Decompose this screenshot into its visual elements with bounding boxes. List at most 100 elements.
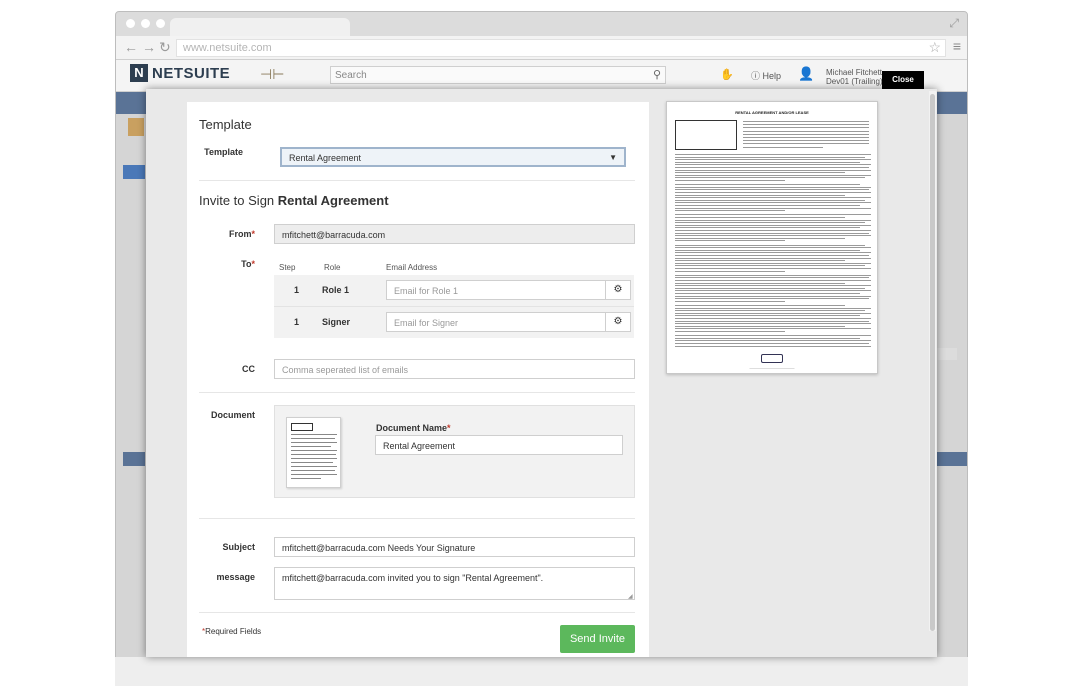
recipient-email-input[interactable]: Email for Signer [386, 312, 606, 332]
invite-form-panel: Template Template Rental Agreement ▼ Inv… [187, 102, 649, 657]
preview-text-line [675, 287, 865, 289]
preview-text-line [675, 184, 860, 186]
preview-text-line [675, 277, 869, 279]
preview-text-line [675, 202, 871, 204]
global-search-input[interactable]: Search ⚲ [330, 66, 666, 84]
template-select[interactable]: Rental Agreement ▼ [280, 147, 626, 167]
preview-text-line [675, 293, 860, 294]
shortcut-icon[interactable]: ✋ [720, 68, 734, 81]
preview-text-line [675, 335, 871, 337]
back-arrow-icon[interactable]: ← [124, 39, 138, 55]
recipient-row: 1 Signer Email for Signer ⚙ [274, 307, 634, 338]
document-preview[interactable]: RENTAL AGREEMENT AND/OR LEASE ——————————… [666, 101, 878, 374]
thumbnail-header-box [291, 423, 313, 431]
background-table-row [115, 657, 968, 686]
forward-arrow-icon[interactable]: → [142, 39, 156, 55]
subject-input[interactable]: mfitchett@barracuda.com Needs Your Signa… [274, 537, 635, 557]
thumbnail-line [291, 462, 333, 463]
cc-input[interactable]: Comma seperated list of emails [274, 359, 635, 379]
divider [199, 612, 635, 613]
preview-text-line [675, 290, 871, 292]
maximize-window-dot[interactable] [156, 19, 165, 28]
preview-text-line [675, 320, 869, 322]
preview-text-line [743, 137, 869, 138]
preview-text-line [675, 235, 871, 237]
recipient-step: 1 [294, 317, 300, 327]
minimize-window-dot[interactable] [141, 19, 150, 28]
address-bar[interactable]: www.netsuite.com [176, 39, 946, 57]
user-name: Michael Fitchett [826, 68, 883, 77]
template-section-title: Template [199, 117, 252, 132]
preview-text-line [675, 298, 869, 300]
preview-text-line [675, 156, 865, 158]
preview-text-line [675, 265, 865, 267]
bookmark-star-icon[interactable]: ☆ [928, 39, 941, 56]
preview-text-line [675, 217, 845, 218]
preview-text-line [675, 343, 869, 344]
divider [199, 392, 635, 393]
help-link[interactable]: ⓘ Help [751, 69, 781, 82]
preview-text-line [675, 186, 871, 188]
preview-text-line [675, 295, 871, 297]
user-avatar-icon[interactable]: 👤 [798, 66, 814, 82]
browser-tab[interactable] [170, 18, 350, 36]
netsuite-logo[interactable]: N NETSUITE [130, 64, 230, 82]
gear-icon[interactable]: ⚙ [605, 312, 631, 332]
close-button[interactable]: Close [882, 71, 924, 89]
close-window-dot[interactable] [126, 19, 135, 28]
preview-text-line [675, 192, 871, 193]
document-name-label-text: Document Name [376, 423, 448, 433]
preview-text-line [675, 224, 871, 226]
message-textarea[interactable]: mfitchett@barracuda.com invited you to s… [274, 567, 635, 600]
preview-text-line [675, 300, 785, 302]
netsuite-logo-mark: N [130, 64, 148, 82]
recipient-email-input[interactable]: Email for Role 1 [386, 280, 606, 300]
edit-button-fragment [123, 165, 145, 179]
thumbnail-line [291, 438, 335, 439]
document-name-input[interactable]: Rental Agreement [375, 435, 623, 455]
user-role: Dev01 (Trailing) - [826, 77, 888, 86]
recipient-role: Signer [322, 317, 351, 327]
from-label: From* [195, 229, 255, 239]
thumbnail-line [291, 450, 337, 451]
preview-text-line [675, 240, 785, 242]
preview-text-line [675, 230, 871, 231]
preview-text-line [675, 255, 869, 256]
thumbnail-line [291, 446, 331, 447]
preview-text-line [675, 337, 860, 339]
preview-text-line [743, 133, 869, 135]
preview-text-line [675, 274, 871, 276]
preview-text-line [675, 164, 871, 166]
document-thumbnail[interactable] [286, 417, 341, 488]
preview-text-line [675, 325, 845, 327]
search-icon[interactable]: ⚲ [653, 68, 661, 81]
user-menu[interactable]: Michael Fitchett Dev01 (Trailing) - [826, 68, 888, 86]
preview-text-line [675, 307, 871, 309]
netsuite-header: N NETSUITE ⊣⊢ Search ⚲ ✋ ⓘ Help 👤 Michae… [116, 60, 967, 92]
preview-text-line [675, 318, 871, 319]
modal-scrollbar-thumb[interactable] [930, 94, 935, 631]
reload-icon[interactable]: ↻ [159, 39, 171, 56]
preview-text-line [743, 124, 869, 126]
resize-handle-icon[interactable]: ◢ [628, 593, 633, 600]
preview-text-line [675, 177, 865, 179]
preview-text-line [675, 328, 871, 330]
preview-text-line [675, 268, 871, 269]
preview-text-line [675, 310, 865, 312]
recipient-step: 1 [294, 285, 300, 295]
browser-titlebar: ⤢ [116, 12, 967, 36]
preview-text-line [675, 210, 785, 212]
invite-section-title: Invite to Sign Rental Agreement [199, 193, 389, 208]
gear-icon[interactable]: ⚙ [605, 280, 631, 300]
preview-text-line [675, 257, 871, 259]
sublist-bar-fragment [937, 348, 957, 360]
fullscreen-icon[interactable]: ⤢ [949, 16, 959, 31]
browser-menu-icon[interactable]: ≡ [953, 38, 961, 54]
divider [199, 518, 635, 519]
preview-text-line [675, 197, 871, 199]
preview-text-line [675, 280, 871, 281]
preview-text-line [675, 331, 785, 332]
preview-text-line [675, 154, 871, 155]
send-invite-button[interactable]: Send Invite [560, 625, 635, 653]
browser-toolbar: ← → ↻ www.netsuite.com ☆ ≡ [116, 36, 967, 60]
